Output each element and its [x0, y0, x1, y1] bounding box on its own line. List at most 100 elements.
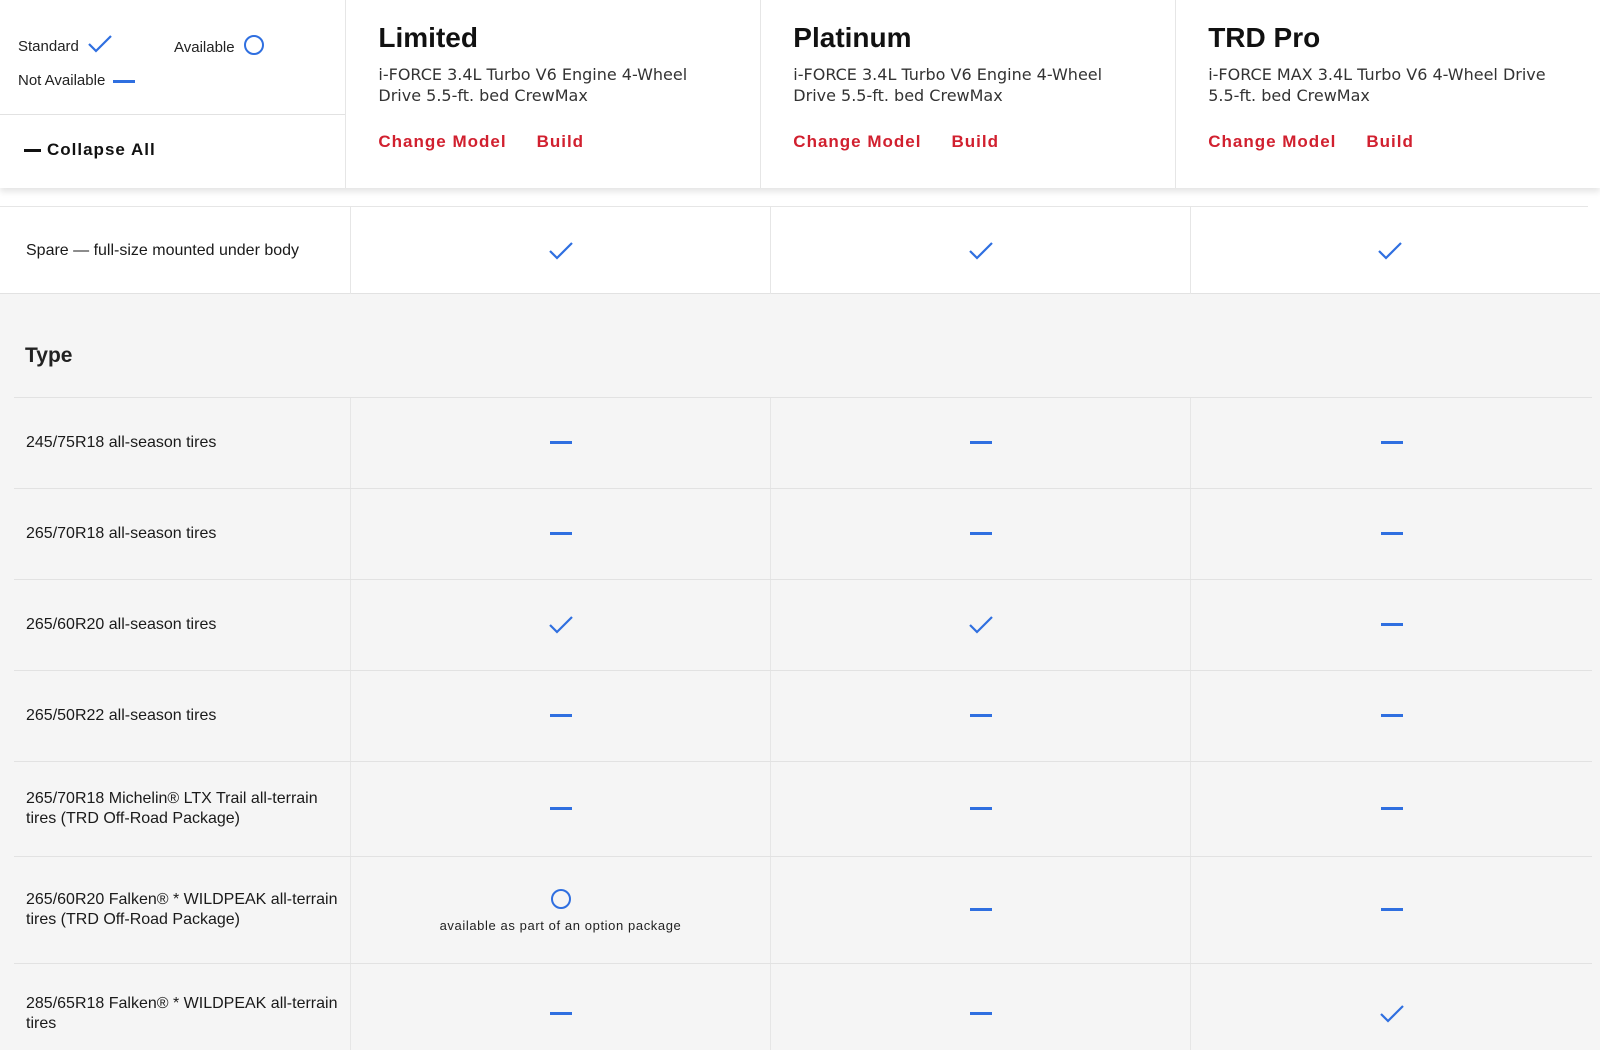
value-cell — [351, 398, 771, 488]
legend-available-label: Available — [174, 38, 235, 56]
value-cell — [1191, 762, 1592, 856]
legend-not-available: Not Available — [18, 72, 136, 89]
legend-standard: Standard — [18, 34, 113, 58]
spec-table: 245/75R18 all-season tires 265/70R18 all-… — [14, 397, 1592, 1050]
value-cell — [351, 964, 771, 1050]
dash-icon — [549, 1011, 572, 1017]
legend-divider — [0, 114, 346, 115]
dash-icon — [969, 907, 992, 913]
value-cell — [351, 207, 771, 294]
model-description: i-FORCE MAX 3.4L Turbo V6 4-Wheel Drive … — [1208, 65, 1546, 105]
model-column-platinum: Platinum i-FORCE 3.4L Turbo V6 Engine 4-… — [761, 0, 1177, 188]
value-cell — [1191, 857, 1592, 963]
table-row: 265/60R20 Falken® * WILDPEAK all-terrain… — [14, 856, 1592, 963]
row-label: Spare — full-size mounted under body — [0, 207, 351, 294]
row-label: 285/65R18 Falken® * WILDPEAK all-terrain… — [14, 964, 351, 1050]
row-label: 265/70R18 all-season tires — [14, 489, 351, 579]
circle-icon — [243, 34, 265, 60]
dash-icon — [1380, 531, 1403, 537]
table-row: 245/75R18 all-season tires — [14, 397, 1592, 488]
model-description: i-FORCE 3.4L Turbo V6 Engine 4-Wheel Dri… — [378, 65, 688, 105]
model-links: Change Model Build — [793, 132, 1175, 152]
value-cell — [771, 671, 1191, 761]
model-name: Limited — [378, 22, 478, 53]
section-title: Type — [25, 344, 73, 367]
value-cell — [351, 489, 771, 579]
value-cell — [1191, 207, 1588, 294]
dash-icon — [1380, 440, 1403, 446]
model-name: Platinum — [793, 22, 912, 53]
circle-icon — [550, 888, 572, 910]
change-model-link[interactable]: Change Model — [378, 132, 506, 152]
value-cell — [771, 964, 1191, 1050]
change-model-link[interactable]: Change Model — [793, 132, 921, 152]
build-link[interactable]: Build — [951, 132, 999, 152]
value-cell — [351, 762, 771, 856]
compare-header: Standard Available Not Available Collaps… — [0, 0, 1600, 188]
model-name: TRD Pro — [1208, 22, 1321, 53]
type-section: Type 245/75R18 all-season tires 265/70R18… — [0, 294, 1600, 1050]
dash-icon — [969, 531, 992, 537]
check-icon — [548, 615, 574, 635]
table-row: 265/70R18 Michelin® LTX Trail all-terrai… — [14, 761, 1592, 856]
change-model-link[interactable]: Change Model — [1208, 132, 1336, 152]
check-icon — [87, 34, 113, 58]
collapse-all-button[interactable]: Collapse All — [24, 140, 156, 160]
check-icon — [548, 241, 574, 261]
dash-icon — [1380, 713, 1403, 719]
value-cell — [1191, 580, 1592, 670]
row-label: 265/50R22 all-season tires — [14, 671, 351, 761]
dash-icon — [969, 440, 992, 446]
collapse-all-label: Collapse All — [47, 140, 156, 159]
dash-icon — [969, 713, 992, 719]
table-row: 265/70R18 all-season tires — [14, 488, 1592, 579]
value-cell — [1191, 964, 1592, 1050]
value-cell — [1191, 398, 1592, 488]
check-icon — [968, 241, 994, 261]
check-icon — [968, 615, 994, 635]
model-description: i-FORCE 3.4L Turbo V6 Engine 4-Wheel Dri… — [793, 65, 1103, 105]
row-label: 265/60R20 Falken® * WILDPEAK all-terrain… — [14, 857, 351, 963]
dash-icon — [1380, 907, 1403, 913]
build-link[interactable]: Build — [1366, 132, 1414, 152]
legend: Standard Available Not Available — [18, 30, 338, 110]
value-cell — [771, 857, 1191, 963]
check-icon — [1379, 1004, 1405, 1024]
option-note: available as part of an option package — [439, 917, 682, 933]
value-cell — [771, 489, 1191, 579]
dash-icon — [549, 531, 572, 537]
dash-icon — [549, 806, 572, 812]
spare-band: Spare — full-size mounted under body — [0, 188, 1600, 294]
value-cell: available as part of an option package — [351, 857, 771, 963]
model-column-trd-pro: TRD Pro i-FORCE MAX 3.4L Turbo V6 4-Whee… — [1176, 0, 1600, 188]
dash-icon — [969, 806, 992, 812]
value-cell — [771, 398, 1191, 488]
value-cell — [771, 580, 1191, 670]
value-cell — [1191, 671, 1592, 761]
model-links: Change Model Build — [1208, 132, 1600, 152]
dash-icon — [549, 440, 572, 446]
legend-standard-label: Standard — [18, 37, 79, 55]
table-row: 265/50R22 all-season tires — [14, 670, 1592, 761]
value-cell — [1191, 489, 1592, 579]
table-row: 285/65R18 Falken® * WILDPEAK all-terrain… — [14, 963, 1592, 1050]
dash-icon — [113, 72, 136, 89]
legend-not-available-label: Not Available — [18, 72, 106, 89]
table-row: Spare — full-size mounted under body — [0, 206, 1588, 294]
table-row: 265/60R20 all-season tires — [14, 579, 1592, 670]
dash-icon — [1380, 806, 1403, 812]
row-label: 265/60R20 all-season tires — [14, 580, 351, 670]
model-column-limited: Limited i-FORCE 3.4L Turbo V6 Engine 4-W… — [346, 0, 762, 188]
legend-available: Available — [174, 34, 265, 60]
row-label: 245/75R18 all-season tires — [14, 398, 351, 488]
row-label: 265/70R18 Michelin® LTX Trail all-terrai… — [14, 762, 351, 856]
check-icon — [1377, 241, 1403, 261]
build-link[interactable]: Build — [537, 132, 585, 152]
value-cell — [771, 207, 1191, 294]
value-cell — [351, 580, 771, 670]
legend-panel: Standard Available Not Available Collaps… — [0, 0, 347, 188]
value-cell — [351, 671, 771, 761]
dash-icon — [969, 1011, 992, 1017]
model-links: Change Model Build — [378, 132, 760, 152]
value-cell — [771, 762, 1191, 856]
